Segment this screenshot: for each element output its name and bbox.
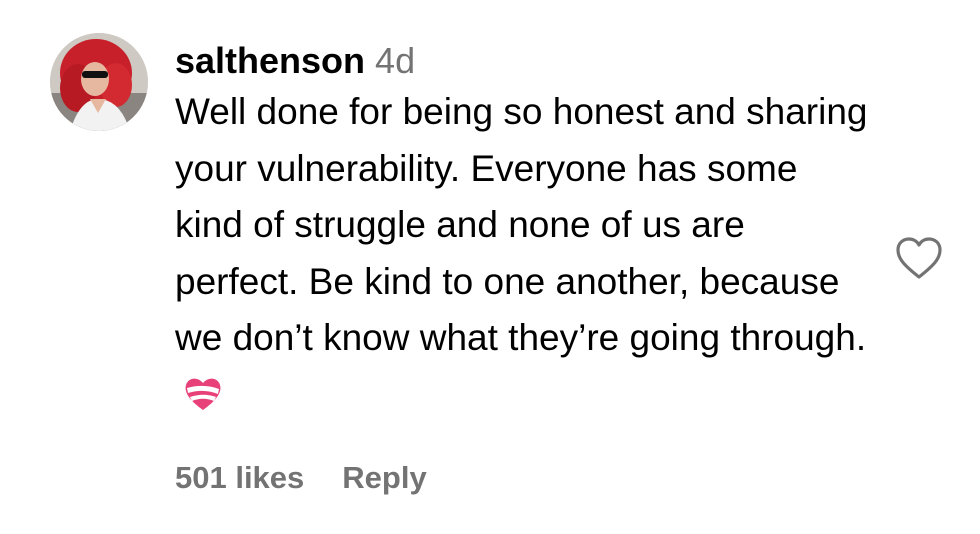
like-button[interactable] (893, 233, 945, 285)
avatar[interactable] (50, 33, 148, 131)
username-link[interactable]: salthenson (175, 40, 365, 81)
comment-text: Well done for being so honest and sharin… (175, 91, 868, 358)
likes-count[interactable]: 501 likes (175, 460, 304, 495)
comment-text-block: Well done for being so honest and sharin… (175, 84, 875, 429)
profile-photo-icon (50, 33, 148, 131)
heart-with-ribbon-emoji (183, 373, 223, 430)
comment-body: salthenson 4d Well done for being so hone… (175, 38, 875, 429)
comment-timestamp[interactable]: 4d (375, 40, 415, 81)
comment-header: salthenson 4d (175, 38, 875, 84)
heart-outline-icon (896, 237, 942, 279)
comment-actions: 501 likes Reply (175, 456, 427, 500)
comment: salthenson 4d Well done for being so hone… (0, 0, 980, 534)
reply-button[interactable]: Reply (342, 460, 426, 495)
